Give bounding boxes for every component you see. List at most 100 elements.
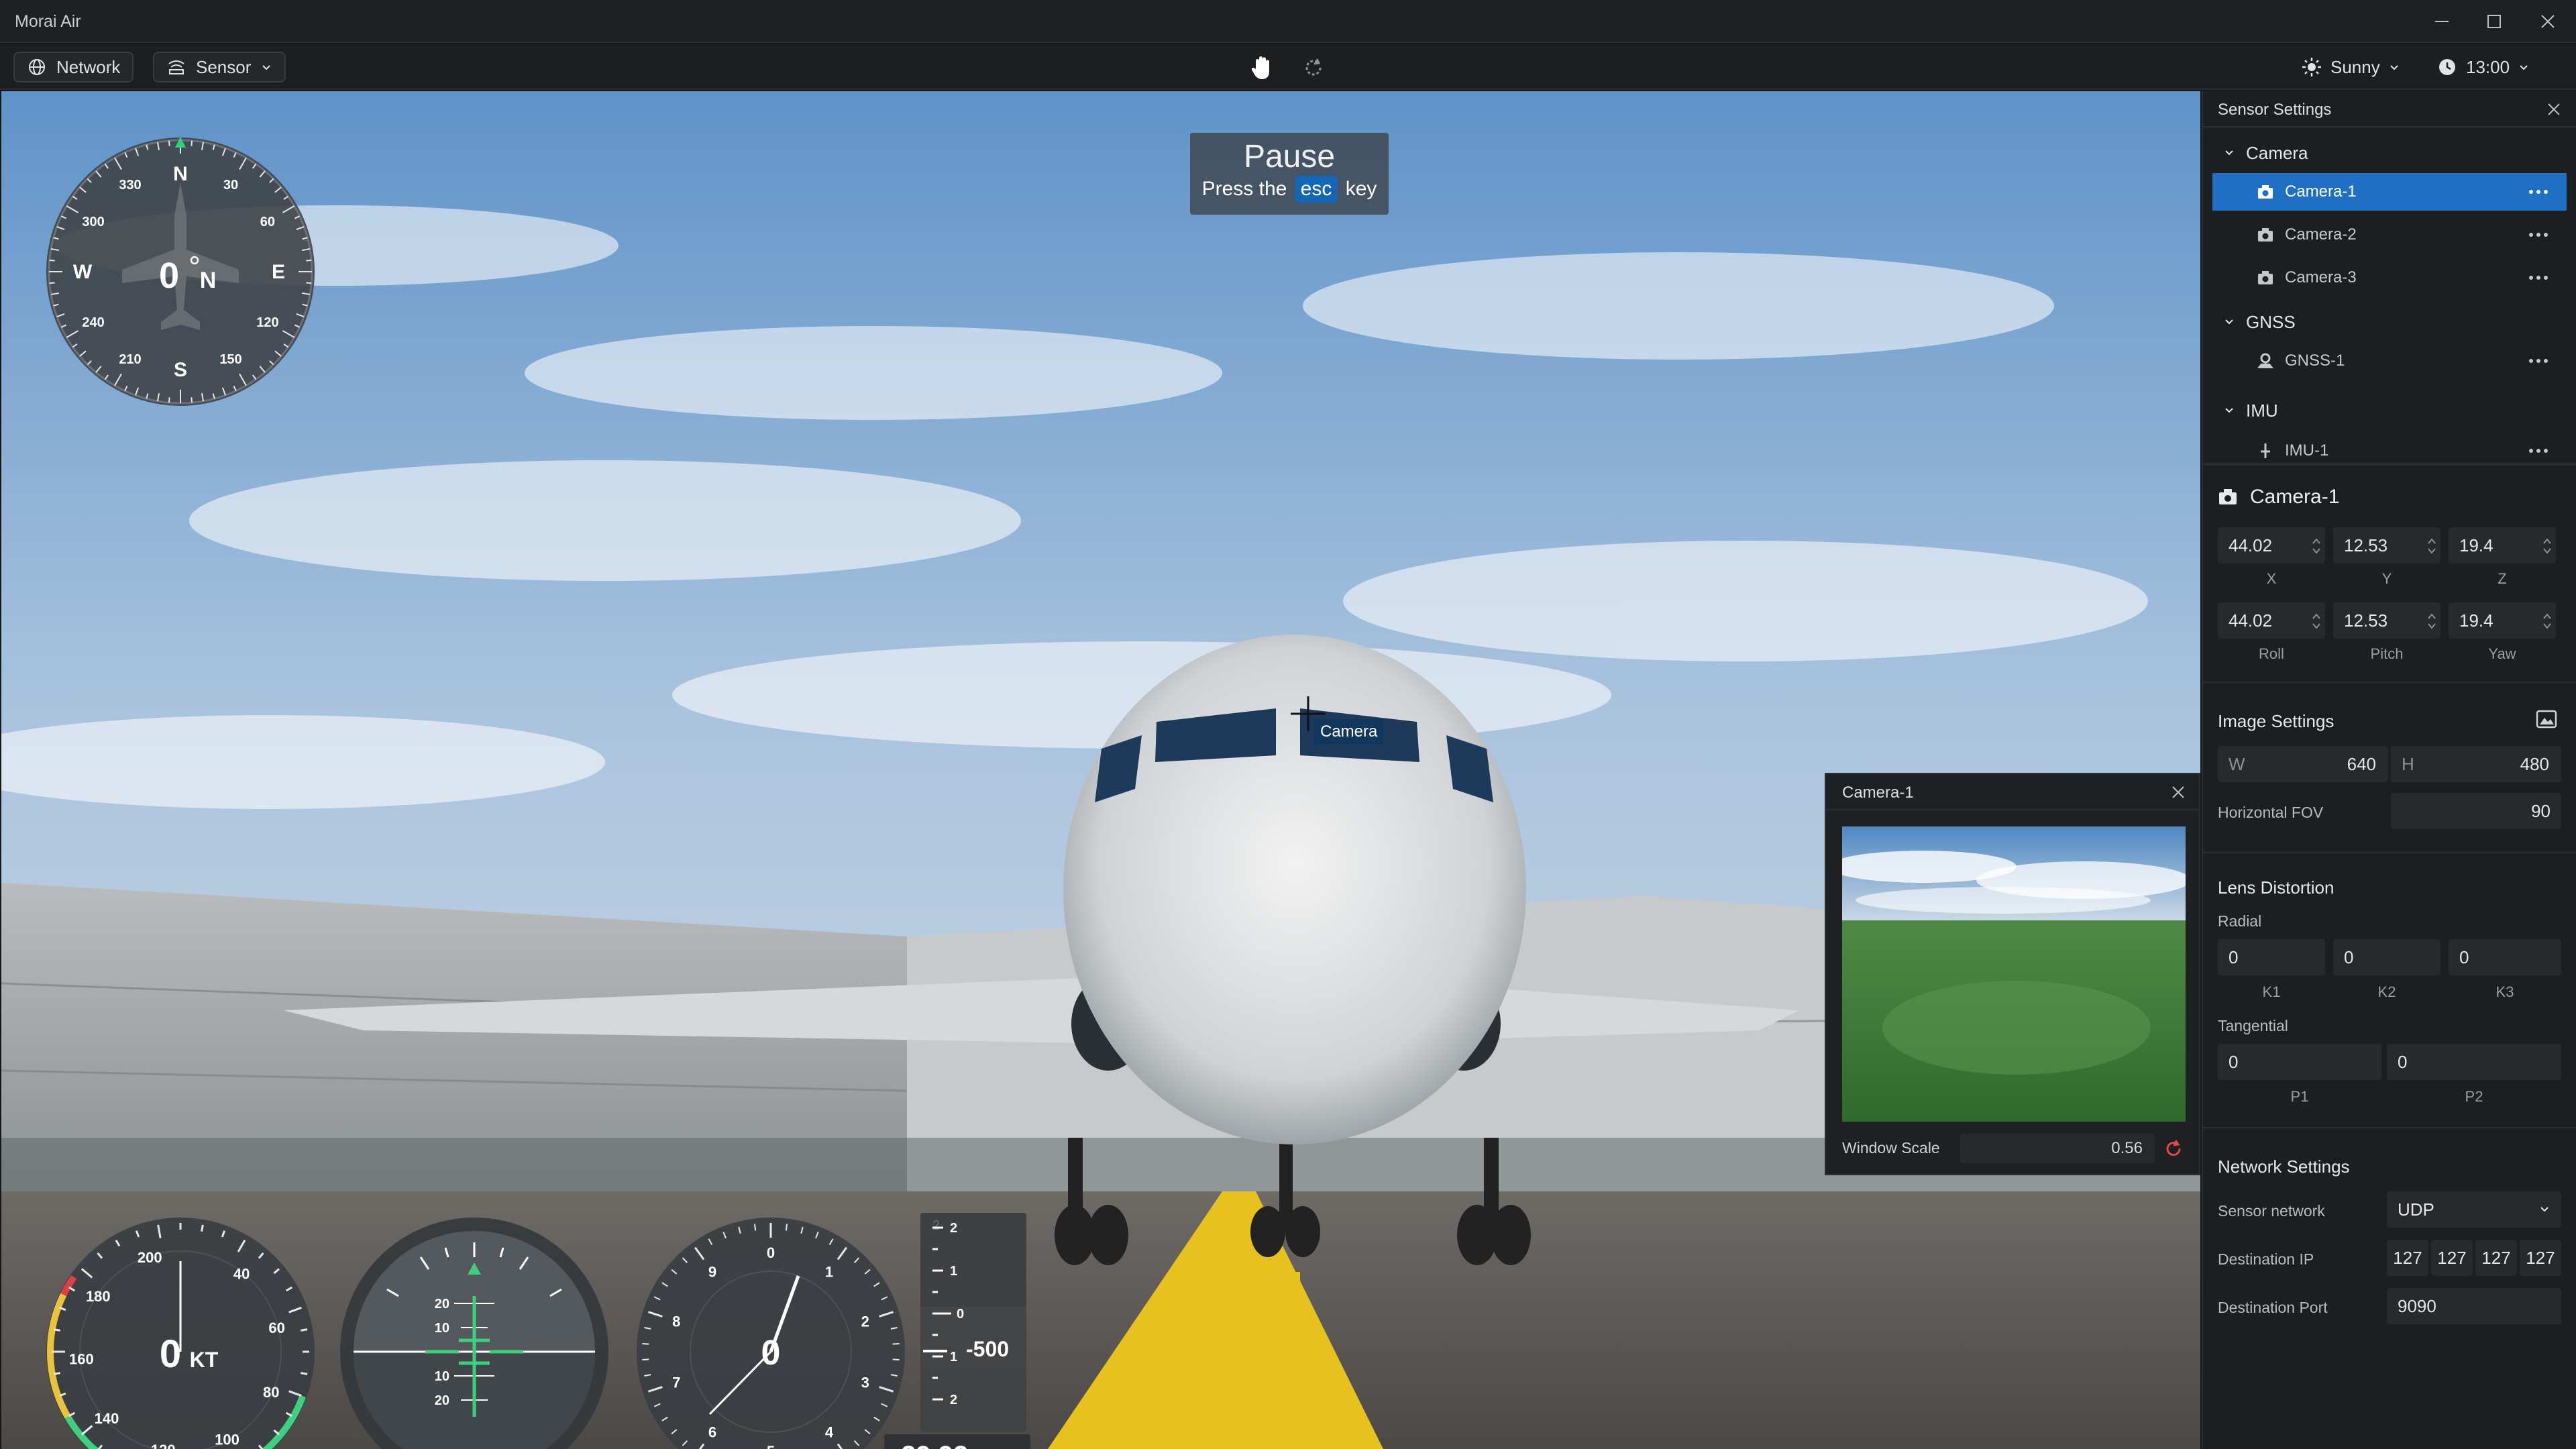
tree-group-imu[interactable]: IMU [2223,397,2278,424]
tree-item-camera-1[interactable]: Camera-1 [2212,173,2567,211]
pause-title: Pause [1243,139,1336,174]
rotate-icon [1305,58,1322,76]
airspeed-tick [53,1328,61,1332]
more-icon [2529,233,2548,237]
spinner-icon [2312,613,2320,629]
more-options-button[interactable] [2525,225,2552,244]
time-dropdown[interactable]: 13:00 [2436,52,2530,83]
item-label: Camera-2 [2285,225,2357,244]
ip-octet-1-input[interactable]: 127 [2387,1240,2428,1276]
sun-icon [2302,58,2321,76]
pause-hint-suffix: key [1345,178,1377,200]
rotation-pitch-input[interactable]: 12.53 [2333,602,2440,639]
airspeed-tick [53,1372,61,1375]
maximize-button[interactable] [2475,7,2513,36]
compass-mark: N [173,163,188,185]
position-z-input[interactable]: 19.4 [2449,527,2556,564]
compass-mark: W [73,261,93,283]
tree-item-gnss-1[interactable]: GNSS-1 [2212,342,2567,380]
panel-close-button[interactable] [2542,98,2565,121]
image-height-input[interactable]: H 480 [2391,746,2561,782]
sensor-tree: Camera Camera-1 Camera-2 Camera-3 GNSS G… [2203,127,2576,462]
altimeter-tick-label: 9 [708,1263,716,1280]
destination-port-input[interactable]: 9090 [2387,1288,2561,1324]
k1-input[interactable]: 0 [2218,939,2325,975]
position-x-input[interactable]: 44.02 [2218,527,2325,564]
minimize-icon [2435,21,2449,22]
app-window: Morai Air Network Sensor Sunny 13:00 N 3… [0,0,2576,1449]
network-button[interactable]: Network [13,52,134,83]
close-icon [2548,103,2560,115]
k2-input[interactable]: 0 [2333,939,2440,975]
image-icon[interactable] [2536,708,2559,731]
sensor-network-select[interactable]: UDP [2387,1191,2561,1228]
image-width-input[interactable]: W 640 [2218,746,2388,782]
heading-suffix: N [200,268,217,293]
preview-close-button[interactable] [2167,781,2190,804]
sensor-network-label: Sensor network [2218,1202,2325,1220]
group-label: GNSS [2246,311,2296,332]
item-label: GNSS-1 [2285,352,2345,370]
tree-item-imu-1[interactable]: IMU-1 [2212,432,2567,462]
weather-dropdown[interactable]: Sunny [2301,52,2400,83]
airspeed-unit: KT [190,1348,219,1372]
reset-icon [2166,1140,2181,1156]
app-title: Morai Air [15,12,81,31]
rotation-roll-input[interactable]: 44.02 [2218,602,2325,639]
position-y-input[interactable]: 12.53 [2333,527,2440,564]
pause-hint-prefix: Press the [1201,178,1287,200]
vsi-scale: 2 1 0 1 2 -500 [920,1213,1026,1432]
p1-input[interactable]: 0 [2218,1044,2381,1080]
more-options-button[interactable] [2525,268,2552,287]
ip-octet-4-input[interactable]: 127 [2520,1240,2561,1276]
preview-header[interactable]: Camera-1 [1826,774,2199,810]
tree-item-camera-3[interactable]: Camera-3 [2212,259,2567,297]
tangential-label: Tangential [2218,1017,2288,1034]
ip-octet-3-input[interactable]: 127 [2475,1240,2517,1276]
y-caption: Y [2381,570,2392,587]
p2-input[interactable]: 0 [2387,1044,2561,1080]
more-options-button[interactable] [2525,352,2552,370]
close-icon [2172,786,2184,798]
compass-mark: 120 [256,315,278,330]
rotation-yaw-input[interactable]: 19.4 [2449,602,2556,639]
imu-icon [2261,443,2270,458]
camera-icon [2258,228,2273,241]
window-scale-label: Window Scale [1842,1139,1940,1157]
altimeter-tick-label: 3 [861,1375,869,1391]
tree-group-gnss[interactable]: GNSS [2223,309,2296,335]
more-options-button[interactable] [2525,441,2552,460]
k3-input[interactable]: 0 [2449,939,2561,975]
sensor-dropdown[interactable]: Sensor [153,52,286,83]
compass-tick [306,259,312,262]
minimize-button[interactable] [2423,7,2461,36]
simulation-viewport[interactable]: N 30 60 E 120 150 S 210 240 W 300 330 0 N 40 60 80 100… [1,91,2200,1449]
p2-caption: P2 [2465,1088,2483,1105]
reset-view-button[interactable] [1299,53,1328,83]
network-label: Network [56,56,121,77]
tree-item-camera-2[interactable]: Camera-2 [2212,216,2567,254]
altimeter-tick-label: 6 [708,1424,716,1441]
camera-preview-window[interactable]: Camera-1 Window Scale 0.56 [1825,773,2200,1175]
tree-group-camera[interactable]: Camera [2223,140,2308,166]
pan-tool-button[interactable] [1246,53,1276,83]
pause-overlay: Pause Press the esc key [1190,133,1389,215]
sensor-label: Sensor [196,56,252,77]
chevron-down-icon [262,65,271,70]
window-scale-reset-button[interactable] [2161,1136,2186,1161]
spinner-icon [2428,538,2436,554]
compass-mark: 210 [119,352,141,367]
x-caption: X [2266,570,2277,587]
chevron-down-icon [2520,65,2528,70]
camera-icon [2258,271,2273,284]
compass-tick [49,282,55,284]
ip-octet-2-input[interactable]: 127 [2431,1240,2473,1276]
fov-input[interactable]: 90 [2391,793,2561,829]
close-window-button[interactable] [2529,7,2567,36]
width-value: 640 [2347,754,2376,774]
preview-title: Camera-1 [1842,784,1914,802]
more-options-button[interactable] [2525,182,2552,201]
window-scale-input[interactable]: 0.56 [1960,1134,2155,1163]
airspeed-tick [300,1372,308,1375]
clock-icon [2439,59,2455,75]
